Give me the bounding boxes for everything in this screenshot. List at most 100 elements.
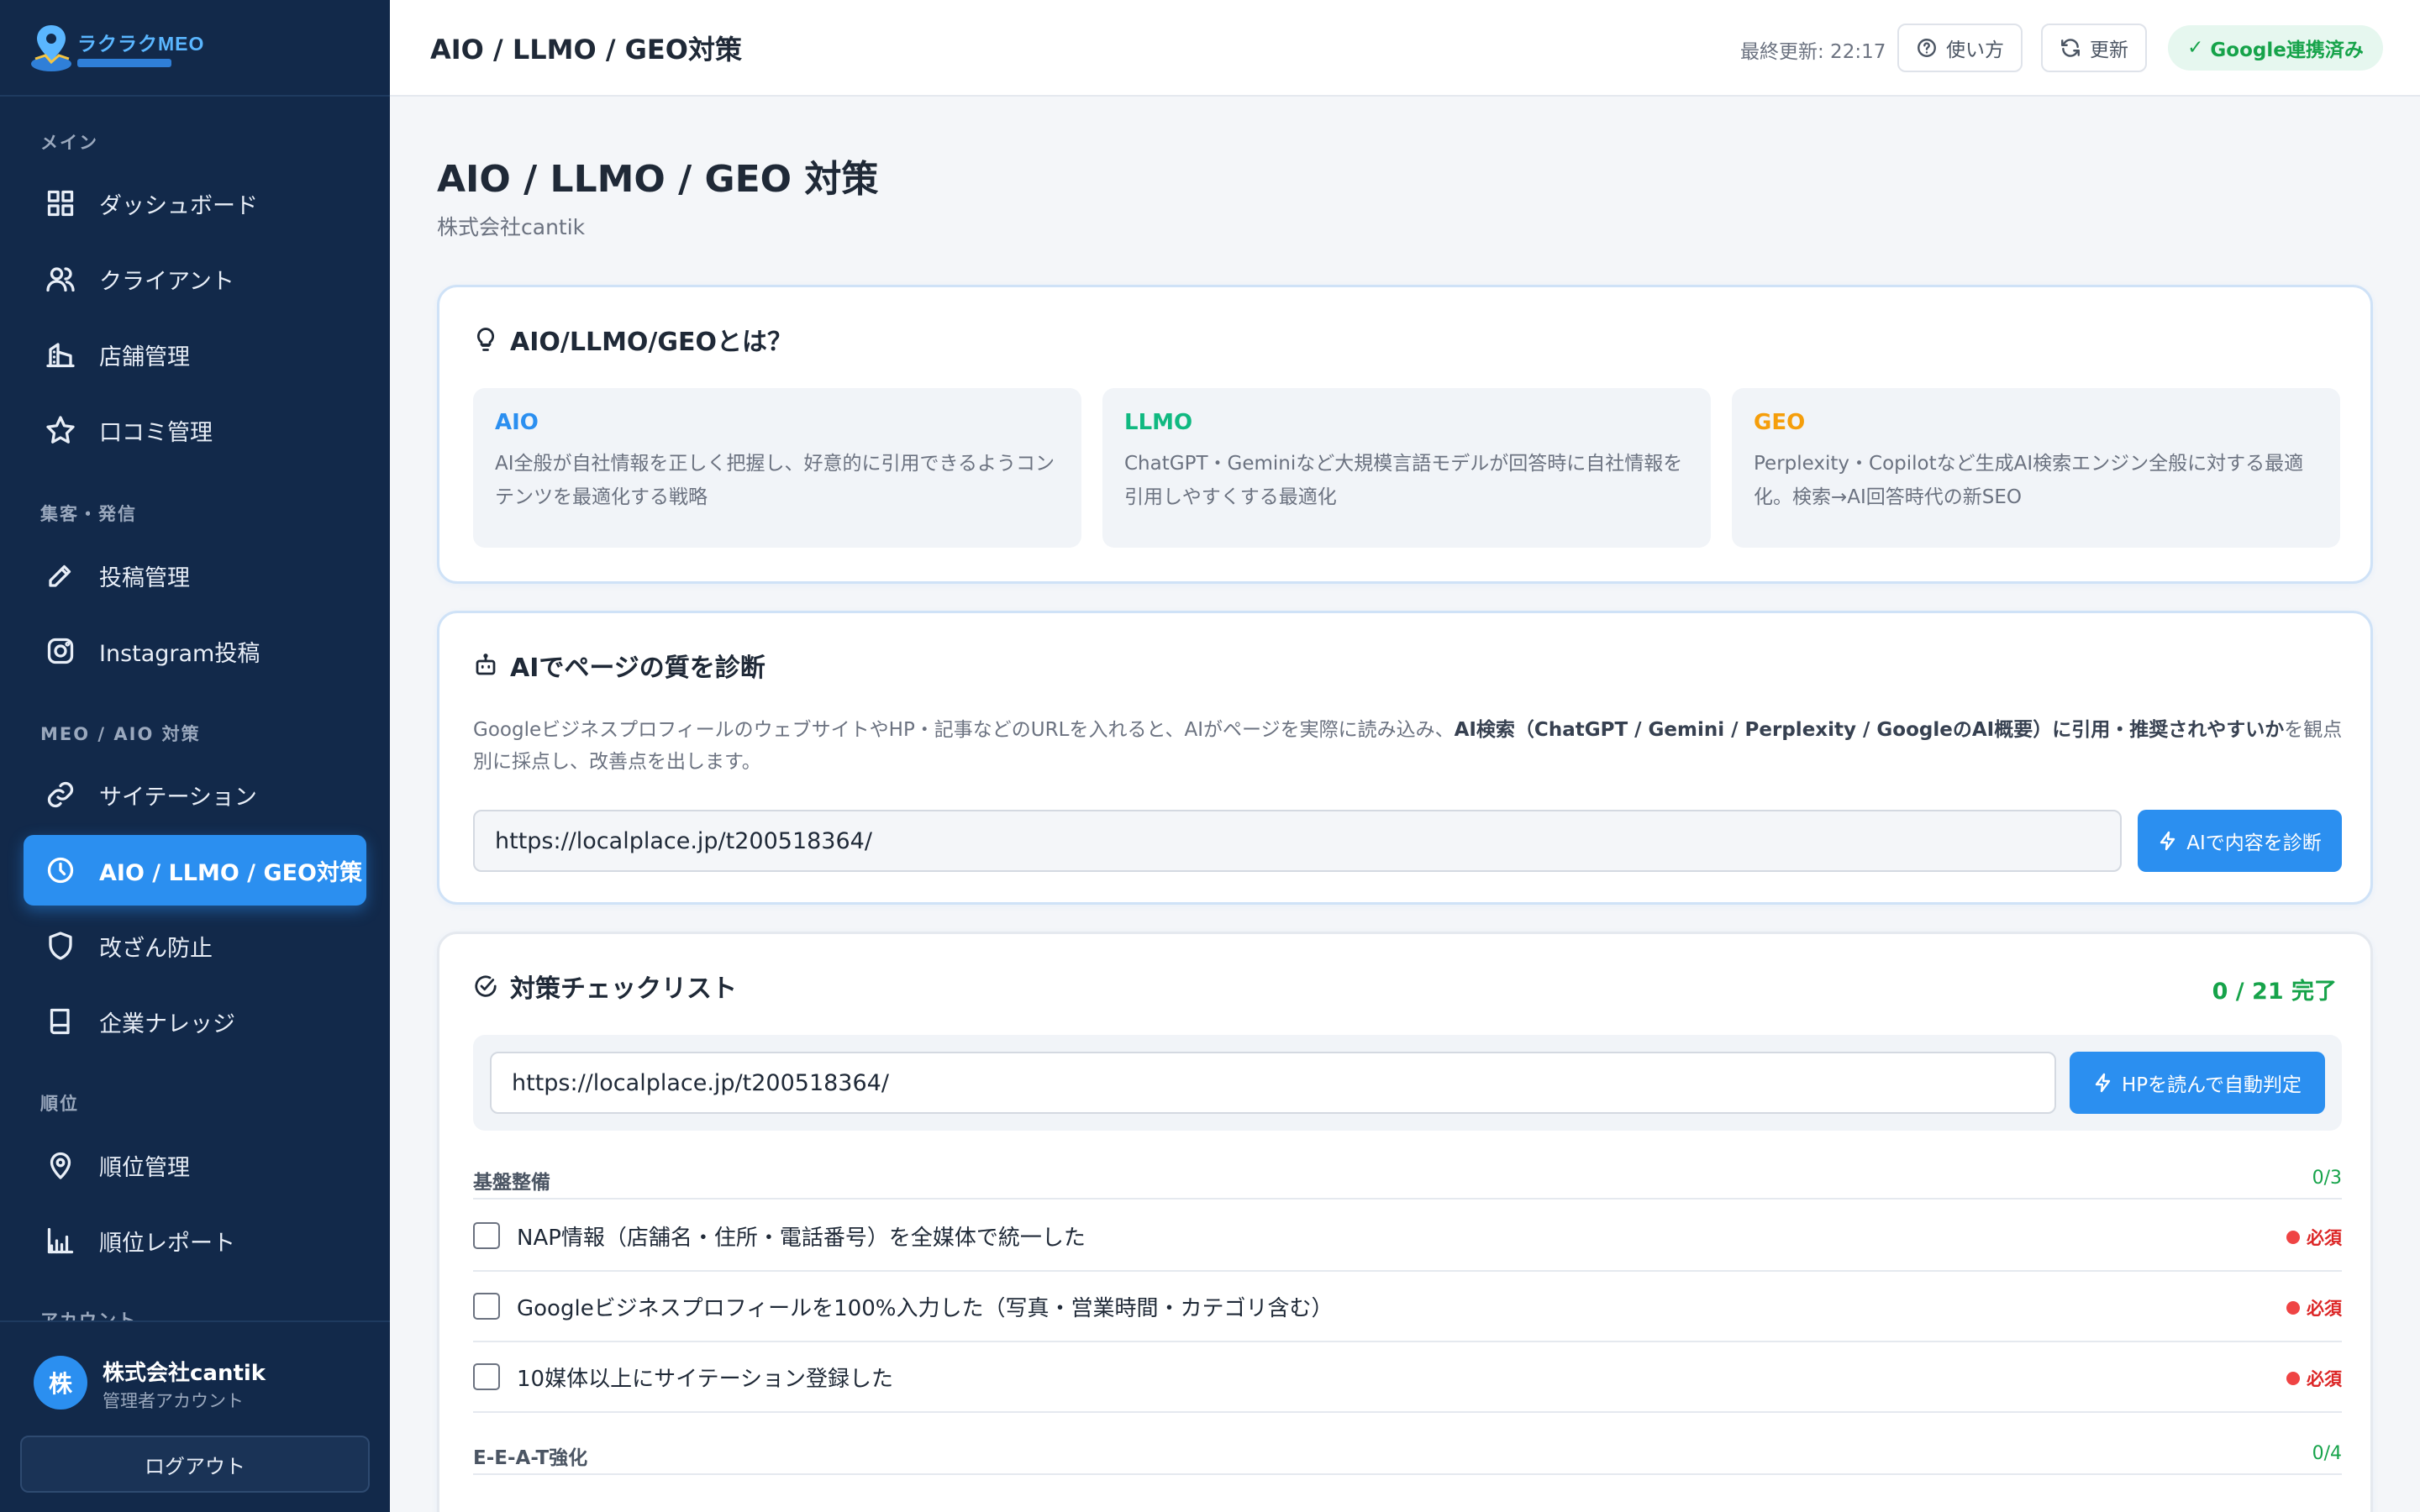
- checklist-group-count: 0/4: [2312, 1443, 2342, 1464]
- red-dot-icon: [2286, 1372, 2300, 1385]
- google-status-badge: ✓ Google連携済み: [2168, 25, 2383, 71]
- checklist-progress: 0 / 21 完了: [2212, 979, 2337, 1005]
- sidebar-item-dashboard[interactable]: ダッシュボード: [24, 168, 366, 239]
- lightning-icon: [2160, 831, 2175, 851]
- check-circle-icon: [475, 975, 497, 997]
- ai-diagnose-button[interactable]: AIで内容を診断: [2138, 810, 2342, 872]
- red-dot-icon: [2286, 1301, 2300, 1315]
- page-subtitle: 株式会社cantik: [437, 215, 586, 239]
- instagram-icon: [44, 634, 77, 668]
- grid-icon: [44, 186, 77, 220]
- ai-diagnose-title: AIでページの質を診断: [473, 647, 765, 684]
- ai-diagnose-description: GoogleビジネスプロフィールのウェブサイトやHP・記事などのURLを入れると…: [473, 719, 2343, 773]
- definition-description: AI全般が自社情報を正しく把握し、好意的に引用できるようコンテンツを最適化する戦…: [495, 453, 1055, 508]
- about-card: AIO/LLMO/GEOとは？ AIO AI全般が自社情報を正しく把握し、好意的…: [437, 285, 2373, 584]
- about-card-title: AIO/LLMO/GEOとは？: [473, 321, 792, 358]
- user-role: 管理者アカウント: [103, 1391, 244, 1411]
- auto-judge-button[interactable]: HPを読んで自動判定: [2070, 1052, 2325, 1114]
- checklist-checkbox[interactable]: [473, 1363, 500, 1390]
- sidebar-item-reviews[interactable]: 口コミ管理: [24, 395, 366, 465]
- bar-chart-icon: [44, 1224, 77, 1257]
- google-status-label: Google連携済み: [2210, 39, 2364, 61]
- required-badge: 必須: [2286, 1366, 2342, 1391]
- main-content: AIO / LLMO / GEO 対策 株式会社cantik AIO/LLMO/…: [390, 98, 2420, 1512]
- sidebar-item-citation[interactable]: サイテーション: [24, 759, 366, 830]
- header-title: AIO / LLMO / GEO対策: [430, 34, 742, 66]
- user-name: 株式会社cantik: [103, 1361, 266, 1386]
- app-logo[interactable]: ラクラクMEO: [0, 0, 390, 97]
- building-icon: [44, 338, 77, 371]
- checklist-card: 対策チェックリスト 0 / 21 完了 HPを読んで自動判定 基盤整備 0/3 …: [437, 932, 2373, 1512]
- sidebar-item-rank-management[interactable]: 順位管理: [24, 1130, 366, 1200]
- clock-icon: [44, 853, 77, 887]
- star-icon: [44, 413, 77, 447]
- book-icon: [44, 1005, 77, 1038]
- page-title: AIO / LLMO / GEO 対策: [437, 158, 879, 201]
- link-icon: [44, 778, 77, 811]
- checklist-url-input[interactable]: [490, 1052, 2056, 1114]
- definition-geo: GEO Perplexity・Copilotなど生成AI検索エンジン全般に対する…: [1732, 388, 2340, 548]
- users-icon: [44, 262, 77, 296]
- checklist-item[interactable]: NAP情報（店舗名・住所・電話番号）を全媒体で統一した 必須: [473, 1201, 2342, 1272]
- definition-name: GEO: [1754, 410, 1806, 435]
- nav-section-ranking: 順位: [40, 1094, 79, 1114]
- logo-text: ラクラクMEO: [77, 33, 205, 55]
- help-button-label: 使い方: [1946, 39, 2004, 61]
- checklist-item[interactable]: Googleビジネスプロフィールを100%入力した（写真・営業時間・カテゴリ含む…: [473, 1272, 2342, 1342]
- nav-section-marketing: 集客・発信: [40, 504, 137, 524]
- sidebar-item-label: 投稿管理: [99, 564, 190, 591]
- sidebar-item-aio-llmo-geo[interactable]: AIO / LLMO / GEO対策: [24, 835, 366, 906]
- top-header: AIO / LLMO / GEO対策 最終更新: 22:17 使い方 更新 ✓ …: [390, 0, 2420, 97]
- lightbulb-icon: [477, 328, 494, 351]
- checklist-item-label: NAP情報（店舗名・住所・電話番号）を全媒体で統一した: [517, 1225, 1086, 1251]
- checklist-checkbox[interactable]: [473, 1293, 500, 1320]
- diagnose-url-input[interactable]: [473, 810, 2122, 872]
- checklist-checkbox[interactable]: [473, 1222, 500, 1249]
- sidebar-item-stores[interactable]: 店舗管理: [24, 319, 366, 390]
- sidebar-item-tamper-protection[interactable]: 改ざん防止: [24, 911, 366, 981]
- last-updated-text: 最終更新: 22:17: [1740, 41, 1886, 63]
- help-button[interactable]: 使い方: [1897, 24, 2023, 72]
- sidebar: ラクラクMEO メイン ダッシュボード クライアント 店舗管理 口コミ管理 集客…: [0, 0, 390, 1512]
- ai-diagnose-card: AIでページの質を診断 GoogleビジネスプロフィールのウェブサイトやHP・記…: [437, 611, 2373, 905]
- sidebar-item-label: 順位レポート: [99, 1230, 235, 1257]
- checklist-group-header: E-E-A-T強化 0/4: [473, 1441, 2342, 1475]
- sidebar-item-label: 改ざん防止: [99, 935, 213, 962]
- sidebar-item-knowledge[interactable]: 企業ナレッジ: [24, 986, 366, 1057]
- checklist-item[interactable]: 10媒体以上にサイテーション登録した 必須: [473, 1342, 2342, 1413]
- definition-aio: AIO AI全般が自社情報を正しく把握し、好意的に引用できるようコンテンツを最適…: [473, 388, 1081, 548]
- sidebar-item-clients[interactable]: クライアント: [24, 244, 366, 314]
- sidebar-item-label: 口コミ管理: [99, 419, 213, 446]
- required-badge: 必須: [2286, 1225, 2342, 1250]
- refresh-icon: [2061, 39, 2080, 57]
- sidebar-item-label: クライアント: [99, 268, 234, 295]
- map-pin-icon: [44, 1148, 77, 1182]
- sidebar-item-posts[interactable]: 投稿管理: [24, 540, 366, 611]
- robot-icon: [476, 654, 496, 675]
- definition-llmo: LLMO ChatGPT・Geminiなど大規模言語モデルが回答時に自社情報を引…: [1102, 388, 1711, 548]
- nav-section-main: メイン: [40, 133, 98, 153]
- sidebar-item-label: 順位管理: [99, 1154, 190, 1181]
- shield-icon: [44, 929, 77, 963]
- sidebar-item-instagram[interactable]: Instagram投稿: [24, 616, 366, 686]
- avatar: 株: [34, 1356, 87, 1410]
- definition-name: AIO: [495, 410, 539, 435]
- required-badge: 必須: [2286, 1295, 2342, 1320]
- refresh-button[interactable]: 更新: [2041, 24, 2147, 72]
- auto-judge-panel: HPを読んで自動判定: [473, 1035, 2342, 1131]
- sidebar-item-rank-report[interactable]: 順位レポート: [24, 1205, 366, 1276]
- sidebar-item-label: Instagram投稿: [99, 640, 260, 667]
- definition-name: LLMO: [1124, 410, 1193, 435]
- nav-section-meo-aio: MEO / AIO 対策: [40, 724, 201, 744]
- logo-tagline-bar: [77, 59, 171, 67]
- sidebar-item-label: サイテーション: [99, 784, 257, 811]
- checklist-group-name: E-E-A-T強化: [473, 1447, 588, 1469]
- sidebar-user-panel: 株 株式会社cantik 管理者アカウント ログアウト: [0, 1320, 390, 1512]
- sidebar-item-label: AIO / LLMO / GEO対策: [99, 859, 363, 886]
- sidebar-item-label: 企業ナレッジ: [99, 1011, 235, 1037]
- red-dot-icon: [2286, 1231, 2300, 1244]
- sidebar-item-label: ダッシュボード: [99, 192, 258, 219]
- logout-button[interactable]: ログアウト: [20, 1436, 370, 1493]
- lightning-icon: [2095, 1073, 2111, 1093]
- refresh-button-label: 更新: [2090, 39, 2128, 61]
